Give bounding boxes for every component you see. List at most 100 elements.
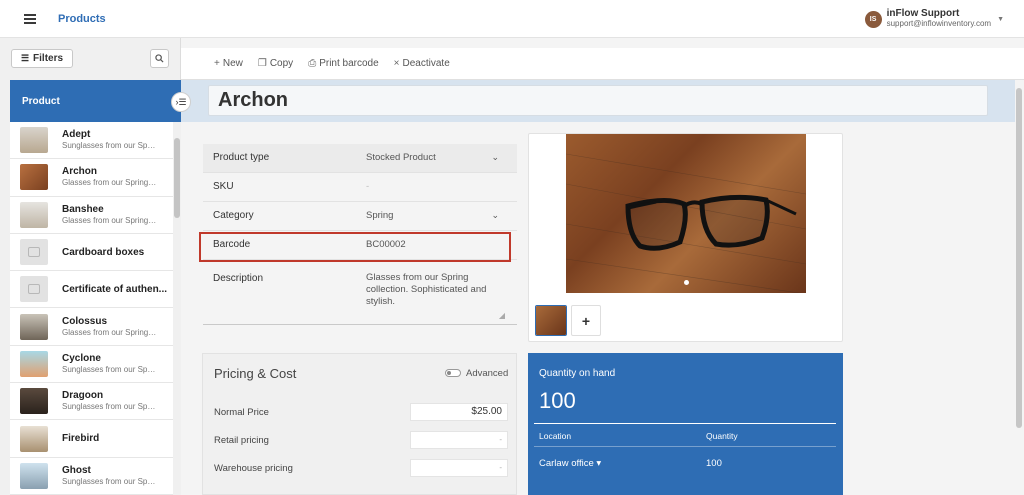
category-value: Spring — [366, 210, 394, 222]
pricing-title: Pricing & Cost — [214, 366, 297, 381]
sku-row[interactable]: SKU - — [203, 173, 517, 202]
category-row[interactable]: Category Spring ⌄ — [203, 202, 517, 231]
item-description: Sunglasses from our Spring Collection — [62, 476, 158, 486]
warehouse-pricing-row: Warehouse pricing - — [214, 459, 509, 479]
pricing-section: Pricing & Cost Advanced Normal Price $25… — [202, 353, 517, 495]
item-name: Archon — [62, 166, 97, 178]
list-item[interactable]: BansheeGlasses from our Spring Collectio… — [10, 197, 173, 234]
list-item[interactable]: ColossusGlasses from our Spring Collecti… — [10, 308, 173, 346]
item-name: Ghost — [62, 464, 91, 476]
title-band: Archon — [181, 80, 1024, 122]
product-name-input[interactable]: Archon — [208, 85, 988, 116]
item-description: Sunglasses from our Spring Collection — [62, 141, 158, 151]
content-scrollbar[interactable] — [1015, 80, 1024, 495]
printer-icon: ⎙ — [308, 58, 317, 69]
list-item[interactable]: DragoonSunglasses from our Spring Collec… — [10, 383, 173, 421]
plus-icon: + — [581, 312, 591, 329]
filters-button[interactable]: ☰ Filters — [11, 49, 73, 68]
copy-button[interactable]: ❐ Copy — [258, 58, 293, 69]
item-description: Glasses from our Spring collection — [62, 178, 158, 188]
advanced-label: Advanced — [466, 368, 509, 379]
retail-pricing-label: Retail pricing — [214, 435, 269, 446]
item-description: Glasses from our Spring Collection — [62, 215, 158, 225]
list-scrollbar[interactable] — [173, 122, 181, 495]
filters-label: Filters — [33, 53, 64, 64]
product-type-label: Product type — [213, 152, 270, 164]
list-item[interactable]: GhostSunglasses from our Spring Collecti… — [10, 458, 173, 495]
chevron-down-icon: ⌄ — [491, 210, 499, 221]
resize-grip-icon[interactable]: ◢ — [499, 311, 505, 320]
description-textarea[interactable]: Glasses from our Spring collection. Soph… — [366, 272, 491, 308]
item-name: Certificate of authen... — [62, 283, 168, 295]
glasses-image — [566, 153, 806, 293]
quantity-total: 100 — [539, 388, 576, 413]
page-title: Products — [58, 12, 106, 25]
new-button[interactable]: + New — [214, 58, 243, 69]
plus-icon: + — [214, 58, 220, 69]
item-name: Firebird — [62, 433, 100, 445]
advanced-toggle[interactable] — [445, 369, 461, 377]
sku-label: SKU — [213, 181, 234, 193]
collapse-panel-icon[interactable]: ›☰ — [171, 92, 191, 112]
product-thumbnail — [20, 127, 48, 154]
location-dropdown[interactable]: Carlaw office ▾ — [539, 458, 601, 469]
item-description: Sunglasses from our Spring Collection — [62, 402, 158, 412]
deactivate-button[interactable]: × Deactivate — [394, 58, 450, 69]
list-item[interactable]: CycloneSunglasses from our Spring Collec… — [10, 346, 173, 384]
copy-icon: ❐ — [257, 58, 267, 69]
sku-value: - — [366, 181, 370, 193]
barcode-highlight — [199, 232, 511, 262]
retail-pricing-row: Retail pricing - — [214, 431, 509, 451]
warehouse-pricing-input[interactable]: - — [410, 459, 508, 477]
item-name: Adept — [62, 129, 91, 141]
list-item[interactable]: AdeptSunglasses from our Spring Collecti… — [10, 122, 173, 160]
box-icon — [20, 239, 48, 266]
product-list-panel: ☰ Filters Product ›☰ Adept Sunglasses fro… — [0, 38, 191, 495]
close-icon: × — [393, 58, 400, 69]
product-thumbnail — [20, 462, 48, 489]
product-photo[interactable] — [566, 134, 806, 293]
location-column-header: Location — [539, 431, 572, 441]
print-barcode-button[interactable]: ⎙ Print barcode — [308, 58, 378, 69]
description-label: Description — [213, 273, 264, 284]
product-detail: + New ❐ Copy ⎙ Print barcode × Deactivate Ar… — [181, 38, 1024, 495]
quantity-column-header: Quantity — [706, 431, 738, 441]
normal-price-input[interactable]: $25.00 — [410, 403, 508, 421]
item-description: Glasses from our Spring Collection — [62, 327, 158, 337]
image-thumbnail[interactable] — [535, 305, 567, 336]
product-type-value: Stocked Product — [366, 152, 436, 164]
list-item[interactable]: Certificate of authen... — [10, 271, 173, 309]
category-label: Category — [213, 210, 254, 222]
quantity-section: Quantity on hand 100 Location Quantity C… — [528, 353, 843, 495]
quantity-title: Quantity on hand — [539, 368, 616, 379]
description-row[interactable]: Description Glasses from our Spring coll… — [203, 263, 517, 325]
warehouse-pricing-label: Warehouse pricing — [214, 463, 293, 474]
chevron-down-icon: ▼ — [997, 15, 1004, 23]
filter-icon: ☰ — [20, 53, 30, 63]
menu-icon[interactable] — [24, 13, 36, 24]
product-list: AdeptSunglasses from our Spring Collecti… — [10, 122, 173, 495]
product-thumbnail — [20, 164, 48, 191]
list-item[interactable]: ArchonGlasses from our Spring collection — [10, 159, 173, 197]
product-type-row[interactable]: Product type Stocked Product ⌄ — [203, 144, 517, 173]
item-name: Cyclone — [62, 352, 101, 364]
list-item[interactable]: Cardboard boxes — [10, 234, 173, 272]
product-details-section: Product type Stocked Product ⌄ SKU - Cat… — [199, 142, 517, 325]
add-image-button[interactable]: + — [571, 305, 601, 336]
retail-pricing-input[interactable]: - — [410, 431, 508, 449]
search-button[interactable] — [150, 49, 169, 68]
item-name: Cardboard boxes — [62, 246, 145, 258]
product-thumbnail — [20, 425, 48, 452]
carousel-dot[interactable] — [684, 280, 689, 285]
action-toolbar: + New ❐ Copy ⎙ Print barcode × Deactivate — [181, 48, 1024, 80]
list-item[interactable]: Firebird — [10, 420, 173, 458]
chevron-down-icon: ⌄ — [491, 152, 499, 163]
list-column-header[interactable]: Product — [10, 80, 181, 122]
user-email: support@inflowinventory.com — [886, 19, 992, 28]
item-name: Banshee — [62, 203, 104, 215]
product-thumbnail — [20, 313, 48, 340]
search-icon — [155, 54, 164, 63]
product-thumbnail — [20, 388, 48, 415]
user-menu[interactable]: IS inFlow Support support@inflowinventor… — [864, 9, 1004, 29]
item-name: Dragoon — [62, 390, 104, 402]
